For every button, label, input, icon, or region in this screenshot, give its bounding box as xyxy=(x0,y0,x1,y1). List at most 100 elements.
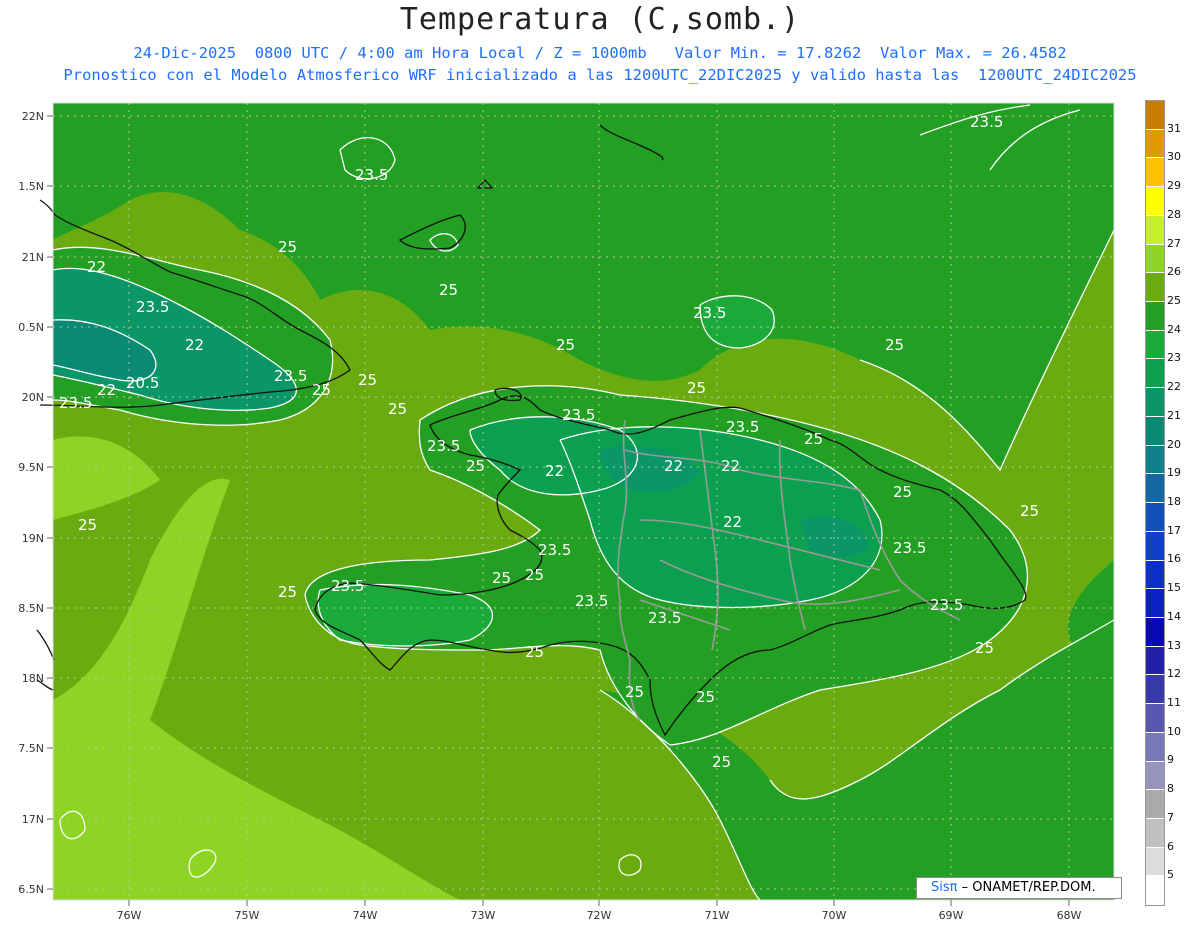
contour-label: 23.5 xyxy=(538,541,571,559)
contour-label: 23.5 xyxy=(136,298,169,316)
contour-label: 20.5 xyxy=(126,374,159,392)
contour-label: 22 xyxy=(185,336,204,354)
legend-label: 9 xyxy=(1167,753,1174,767)
legend-swatch xyxy=(1146,503,1164,532)
legend-label: 22 xyxy=(1167,380,1181,394)
lat-label: 21N xyxy=(22,251,44,264)
legend-swatch xyxy=(1146,704,1164,733)
legend-label: 26 xyxy=(1167,265,1181,279)
contour-label: 23.5 xyxy=(427,437,460,455)
contour-label: 25 xyxy=(893,483,912,501)
legend-label: 17 xyxy=(1167,523,1181,537)
lon-label: 73W xyxy=(471,909,496,922)
legend-swatch xyxy=(1146,273,1164,303)
legend-swatch xyxy=(1146,129,1164,159)
legend-swatch xyxy=(1146,474,1164,504)
contour-label: 23.5 xyxy=(59,394,92,412)
legend-label: 11 xyxy=(1167,696,1181,709)
contour-label: 25 xyxy=(556,336,575,354)
legend-swatch xyxy=(1146,761,1164,791)
contour-label: 22 xyxy=(721,457,740,475)
contour-label: 23.5 xyxy=(274,367,307,385)
contour-label: 25 xyxy=(696,688,715,706)
legend-swatch xyxy=(1146,416,1164,446)
contour-label: 23.5 xyxy=(930,596,963,614)
credit-box: Sisπ – ONAMET/REP.DOM. xyxy=(916,877,1122,899)
legend-swatch xyxy=(1146,818,1164,848)
contour-label: 25 xyxy=(388,400,407,418)
lat-label: 18N xyxy=(22,672,44,685)
lat-label: 6.5N xyxy=(18,883,44,896)
legend-swatch xyxy=(1146,244,1164,274)
latitude-labels: 22N 1.5N 21N 0.5N 20N 9.5N 19N 8.5N 18N … xyxy=(18,110,44,896)
contour-label: 25 xyxy=(439,281,458,299)
lon-label: 69W xyxy=(939,909,964,922)
lon-label: 71W xyxy=(705,909,730,922)
contour-label: 25 xyxy=(804,430,823,448)
legend-swatch xyxy=(1146,732,1164,762)
lat-label: 20N xyxy=(22,391,44,404)
longitude-labels: 76W 75W 74W 73W 72W 71W 70W 69W 68W xyxy=(117,909,1082,922)
lat-label: 17N xyxy=(22,813,44,826)
lon-label: 76W xyxy=(117,909,142,922)
legend-label: 31 xyxy=(1167,121,1181,135)
contour-label: 23.5 xyxy=(893,539,926,557)
legend-label: 19 xyxy=(1167,466,1181,480)
contour-label: 25 xyxy=(312,381,331,399)
contour-label: 25 xyxy=(466,457,485,475)
contour-label: 25 xyxy=(687,379,706,397)
contour-label: 23.5 xyxy=(355,166,388,184)
legend-swatch xyxy=(1146,646,1164,676)
lat-label: 7.5N xyxy=(18,742,44,755)
contour-label: 25 xyxy=(712,753,731,771)
legend-label: 29 xyxy=(1167,179,1181,193)
credit-org: – ONAMET/REP.DOM. xyxy=(957,880,1096,895)
contour-label: 25 xyxy=(358,371,377,389)
legend-label: 8 xyxy=(1167,782,1174,796)
legend-swatch xyxy=(1146,330,1164,360)
contour-label: 25 xyxy=(975,639,994,657)
contour-label: 23.5 xyxy=(726,418,759,436)
lon-label: 72W xyxy=(587,909,612,922)
contour-label: 25 xyxy=(78,516,97,534)
lat-label: 1.5N xyxy=(18,180,44,193)
legend-swatch xyxy=(1146,675,1164,705)
legend-swatch xyxy=(1146,388,1164,417)
color-legend xyxy=(1145,100,1165,906)
legend-swatch xyxy=(1146,617,1164,647)
temperature-map: 22N 1.5N 21N 0.5N 20N 9.5N 19N 8.5N 18N … xyxy=(18,102,1115,922)
legend-label: 28 xyxy=(1167,207,1181,221)
legend-swatch xyxy=(1146,359,1164,389)
lon-label: 68W xyxy=(1057,909,1082,922)
legend-label: 15 xyxy=(1167,581,1181,595)
legend-swatch xyxy=(1146,101,1164,130)
contour-label: 23.5 xyxy=(970,113,1003,131)
legend-label: 7 xyxy=(1167,810,1174,824)
contour-label: 22 xyxy=(723,513,742,531)
contour-label: 23.5 xyxy=(575,592,608,610)
contour-label: 25 xyxy=(525,566,544,584)
contour-label: 23.5 xyxy=(562,406,595,424)
legend-label: 20 xyxy=(1167,437,1181,451)
contour-label: 22 xyxy=(545,462,564,480)
lon-label: 74W xyxy=(353,909,378,922)
legend-label: 10 xyxy=(1167,724,1181,738)
legend-swatch xyxy=(1146,158,1164,188)
legend-label: 5 xyxy=(1167,868,1174,882)
contour-label: 25 xyxy=(278,238,297,256)
legend-swatch xyxy=(1146,302,1164,331)
legend-label: 23 xyxy=(1167,351,1181,365)
contour-label: 23.5 xyxy=(648,609,681,627)
legend-label: 30 xyxy=(1167,150,1181,164)
legend-label: 16 xyxy=(1167,552,1181,566)
legend-swatch xyxy=(1146,560,1164,590)
legend-swatch xyxy=(1146,187,1164,216)
contour-label: 25 xyxy=(625,683,644,701)
contour-label: 25 xyxy=(492,569,511,587)
legend-label: 21 xyxy=(1167,408,1181,422)
legend-label: 13 xyxy=(1167,638,1181,652)
contour-label: 22 xyxy=(87,258,106,276)
contour-label: 25 xyxy=(1020,502,1039,520)
legend-label: 12 xyxy=(1167,667,1181,681)
contour-label: 23.5 xyxy=(693,304,726,322)
